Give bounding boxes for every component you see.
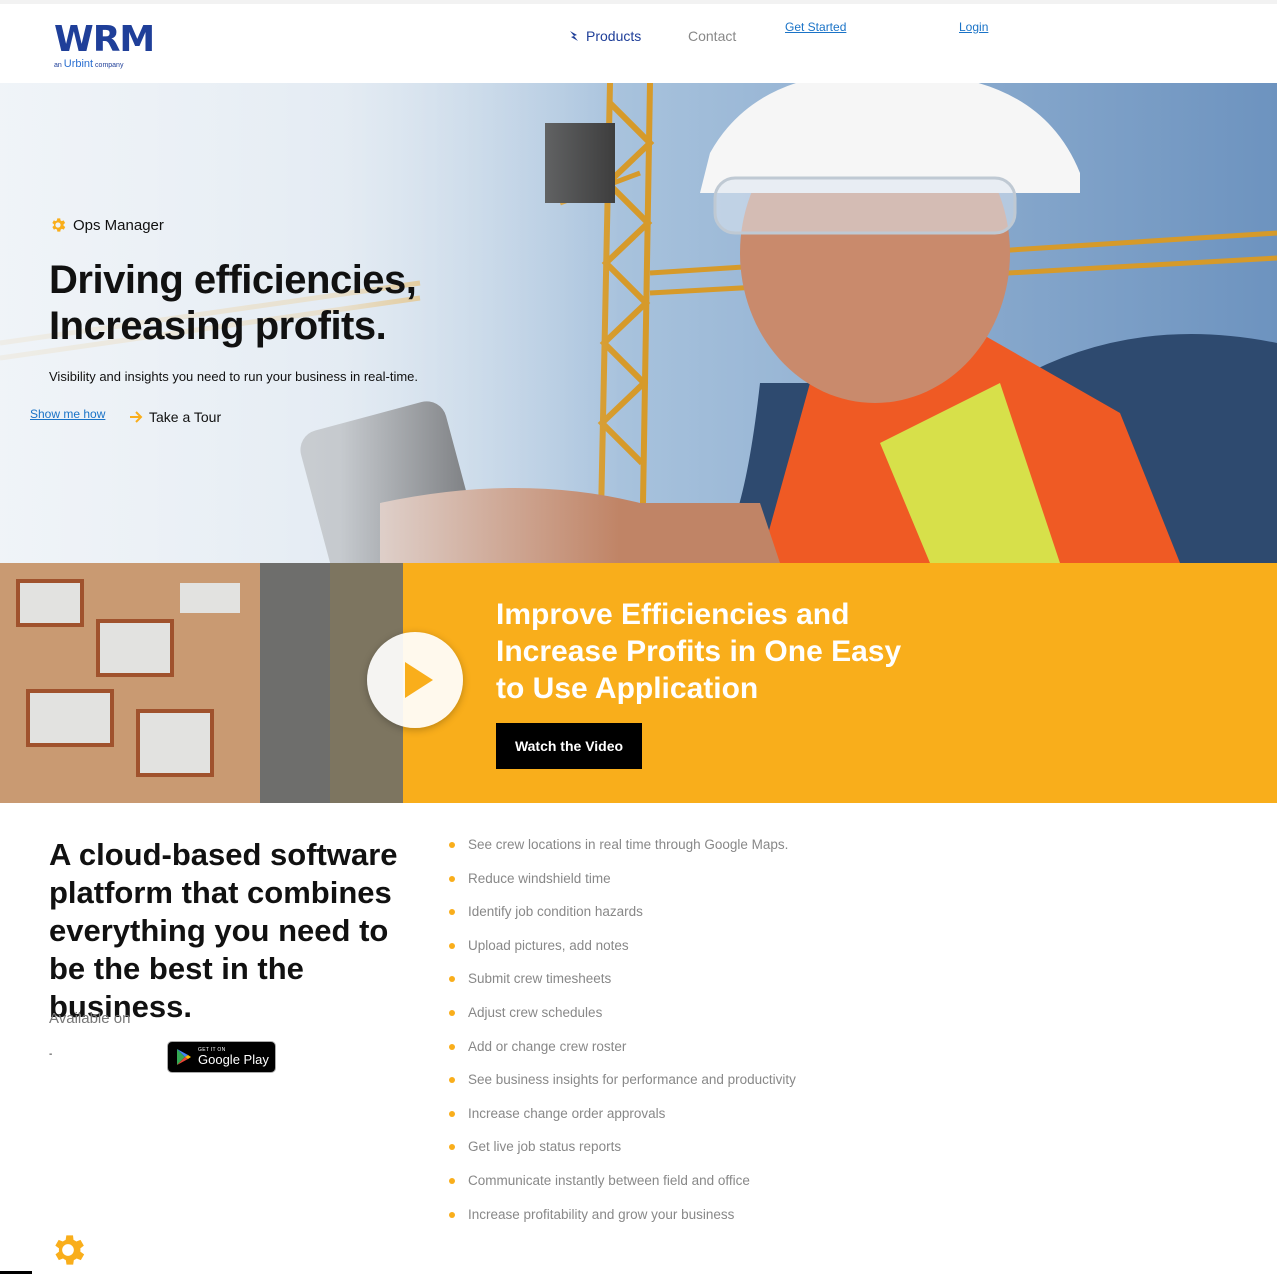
feature-item: Communicate instantly between field and …: [448, 1172, 796, 1206]
google-play-badge[interactable]: GET IT ON Google Play: [167, 1041, 276, 1073]
feature-item: Submit crew timesheets: [448, 970, 796, 1004]
hero-title: Driving efficiencies, Increasing profits…: [49, 257, 417, 349]
logo-tagline-brand: Urbint: [63, 58, 94, 70]
google-play-text: GET IT ON Google Play: [198, 1048, 269, 1067]
play-icon: [405, 662, 433, 698]
platform-title: A cloud-based software platform that com…: [49, 837, 398, 1024]
ops-manager-label: Ops Manager: [73, 216, 164, 234]
site-header: WRM an Urbint company Products Contact G…: [0, 4, 1277, 83]
gear-icon: [55, 1235, 85, 1265]
nav-contact-link[interactable]: Contact: [688, 28, 736, 44]
feature-item: Upload pictures, add notes: [448, 937, 796, 971]
feature-item: See crew locations in real time through …: [448, 836, 796, 870]
band-title: Improve Efficiencies and Increase Profit…: [496, 598, 902, 705]
hero-section: Ops Manager Driving efficiencies, Increa…: [0, 83, 1277, 563]
google-play-big-text: Google Play: [198, 1052, 269, 1067]
feature-item: Increase profitability and grow your bus…: [448, 1206, 796, 1240]
logo-tagline-prefix: an: [54, 62, 62, 69]
logo-wordmark: WRM: [54, 19, 155, 60]
construction-aerial-image: [0, 563, 403, 803]
take-a-tour-link[interactable]: Take a Tour: [129, 409, 221, 425]
feature-item: Add or change crew roster: [448, 1038, 796, 1072]
ops-manager-badge: Ops Manager: [49, 216, 164, 234]
show-me-how-link[interactable]: Show me how: [30, 407, 105, 421]
feature-item: See business insights for performance an…: [448, 1071, 796, 1105]
play-video-button[interactable]: [367, 632, 463, 728]
google-play-icon: [177, 1049, 191, 1065]
hero-subtitle: Visibility and insights you need to run …: [49, 369, 419, 384]
feature-item: Adjust crew schedules: [448, 1004, 796, 1038]
logo-tagline: an Urbint company: [54, 58, 174, 70]
available-on-label: Available on: [49, 1010, 131, 1027]
gear-icon: [52, 218, 66, 232]
hero-title-line1: Driving efficiencies,: [49, 258, 417, 302]
bolt-icon: [570, 31, 578, 41]
feature-item: Reduce windshield time: [448, 870, 796, 904]
watch-video-button[interactable]: Watch the Video: [496, 723, 642, 769]
nav-get-started-link[interactable]: Get Started: [785, 20, 846, 34]
app-store-placeholder: -: [49, 1049, 53, 1060]
logo-tagline-suffix: company: [95, 62, 124, 69]
nav-login-link[interactable]: Login: [959, 20, 988, 34]
arrow-right-icon: [130, 411, 143, 423]
nav-products-label: Products: [586, 28, 642, 44]
nav-products-link[interactable]: Products: [568, 28, 641, 44]
video-band: Improve Efficiencies and Increase Profit…: [0, 563, 1277, 803]
wrm-logo[interactable]: WRM an Urbint company: [54, 22, 174, 72]
feature-item: Identify job condition hazards: [448, 903, 796, 937]
hero-title-line2: Increasing profits.: [49, 304, 387, 348]
feature-list: See crew locations in real time through …: [448, 836, 796, 1239]
feature-item: Increase change order approvals: [448, 1105, 796, 1139]
feature-item: Get live job status reports: [448, 1138, 796, 1172]
take-a-tour-label: Take a Tour: [149, 409, 222, 425]
